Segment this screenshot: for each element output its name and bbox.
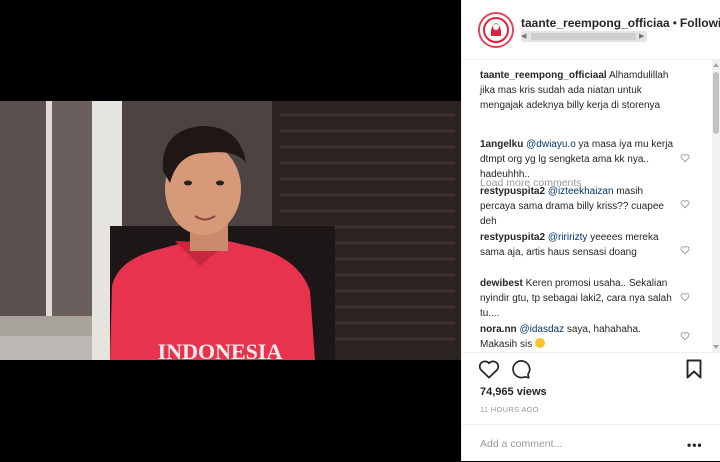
comments-list: taante_reempong_officiaal Alhamdulillah …: [462, 60, 720, 352]
separator-dot: •: [672, 16, 677, 30]
comment-user[interactable]: restypuspita2: [480, 186, 545, 197]
avatar[interactable]: [478, 12, 514, 48]
views-count[interactable]: 74,965 views: [480, 386, 547, 398]
add-comment-bar: Add a comment... •••: [462, 424, 720, 462]
caption: taante_reempong_officiaal Alhamdulillah …: [480, 68, 678, 113]
media-viewer: INDONESIA: [0, 0, 461, 461]
comment-user[interactable]: taante_reempong_officiaal: [480, 70, 607, 81]
comments-scrollbar[interactable]: [712, 60, 720, 352]
comment-icon[interactable]: [510, 359, 531, 380]
heart-icon[interactable]: [680, 245, 690, 255]
comment-mention[interactable]: @dwiayu.o: [526, 139, 576, 150]
comment-item: restypuspita2 @izteekhaizan masih percay…: [480, 184, 678, 229]
following-button[interactable]: Following: [680, 16, 720, 30]
comment-mention[interactable]: @izteekhaizan: [548, 186, 614, 197]
avatar-logo-icon: [482, 16, 510, 44]
bookmark-icon[interactable]: [686, 359, 702, 379]
scroll-up-icon[interactable]: [713, 63, 719, 67]
add-comment-input[interactable]: Add a comment...: [480, 438, 562, 450]
shirt-text: INDONESIA: [158, 339, 283, 360]
scroll-down-icon[interactable]: [713, 345, 719, 349]
location-bar: [531, 33, 636, 40]
comment-item: dewibest Keren promosi usaha.. Sekalian …: [480, 276, 678, 321]
post-panel: taante_reempong_officiaa•Following ◀ ▶ t…: [461, 0, 720, 461]
heart-icon[interactable]: [680, 331, 690, 341]
scrollbar-thumb[interactable]: [713, 72, 719, 134]
comment-item: nora.nn @idasdaz saya, hahahaha. Makasih…: [480, 322, 678, 352]
post-username[interactable]: taante_reempong_officiaa: [521, 16, 670, 30]
video-frame: INDONESIA: [0, 101, 461, 360]
comment-mention[interactable]: @riririzty: [548, 232, 588, 243]
comment-mention[interactable]: @idasdaz: [519, 324, 564, 335]
comment-user[interactable]: dewibest: [480, 278, 523, 289]
comment-user[interactable]: restypuspita2: [480, 232, 545, 243]
scroll-left-icon[interactable]: ◀: [521, 31, 529, 42]
comment-user[interactable]: nora.nn: [480, 324, 517, 335]
like-heart-icon[interactable]: [478, 359, 500, 379]
video-player[interactable]: INDONESIA: [0, 101, 461, 360]
post-header: taante_reempong_officiaa•Following ◀ ▶: [462, 0, 720, 60]
post-actions: 74,965 views 11 HOURS AGO Add a comment.…: [462, 352, 720, 461]
more-options-icon[interactable]: •••: [687, 438, 703, 452]
heart-icon[interactable]: [680, 153, 690, 163]
heart-icon[interactable]: [680, 199, 690, 209]
comment-item: restypuspita2 @riririzty yeeees mereka s…: [480, 230, 678, 260]
scroll-right-icon[interactable]: ▶: [639, 31, 647, 42]
location-scroller[interactable]: ◀ ▶: [521, 31, 647, 42]
grinning-emoji-icon: [535, 338, 546, 348]
post-username-line: taante_reempong_officiaa•Following: [521, 16, 720, 30]
comment-item: 1angelku @dwiayu.o ya masa iya mu kerja …: [480, 137, 678, 182]
post-timestamp[interactable]: 11 HOURS AGO: [480, 405, 539, 414]
heart-icon[interactable]: [680, 292, 690, 302]
comment-user[interactable]: 1angelku: [480, 139, 523, 150]
